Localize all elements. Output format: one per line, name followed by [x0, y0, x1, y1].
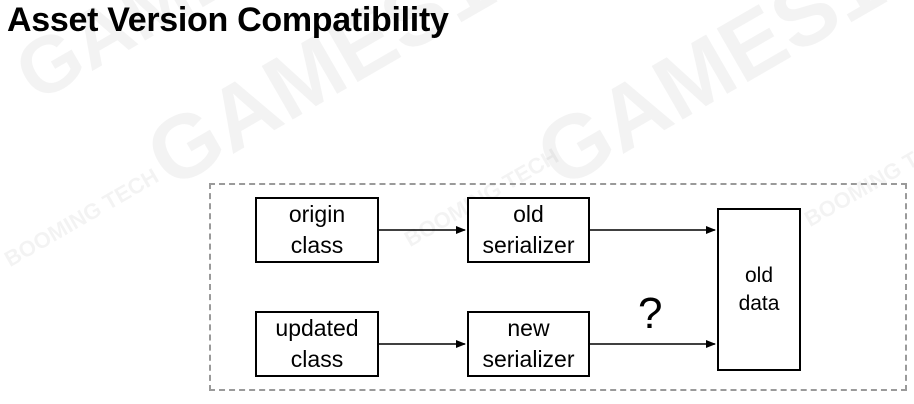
old-serializer-box: old serializer: [467, 197, 590, 263]
updated-class-line1: updated: [275, 315, 359, 341]
origin-class-line2: class: [290, 232, 344, 258]
updated-class-line2: class: [290, 346, 344, 372]
new-serializer-line2: serializer: [482, 346, 575, 372]
origin-class-box: origin class: [255, 197, 379, 263]
old-data-line1: old: [744, 263, 774, 287]
new-serializer-box: new serializer: [467, 311, 590, 377]
old-data-box: old data: [717, 208, 801, 371]
new-serializer-line1: new: [507, 315, 550, 341]
question-mark: ?: [638, 289, 663, 338]
old-serializer-line1: old: [513, 201, 544, 227]
updated-class-box: updated class: [255, 311, 379, 377]
old-data-line2: data: [738, 291, 780, 315]
old-serializer-line2: serializer: [482, 232, 575, 258]
origin-class-line1: origin: [288, 201, 346, 227]
